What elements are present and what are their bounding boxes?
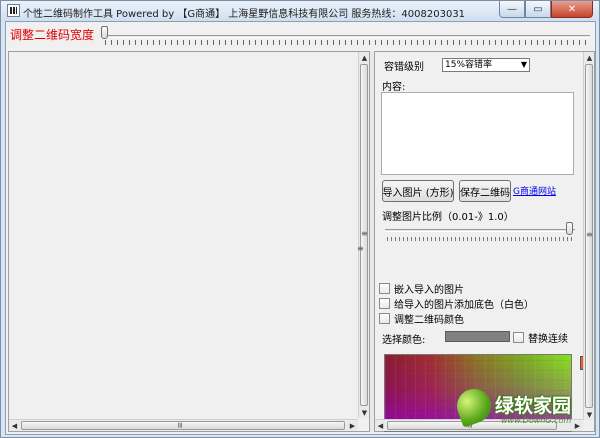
qr-color-label: 调整二维码颜色 <box>394 315 464 326</box>
window-title: 个性二维码制作工具 Powered by 【G商通】 上海星野信息科技有限公司 … <box>23 9 466 20</box>
restore-button[interactable]: ▭ <box>525 1 551 18</box>
site-watermark: 绿软家园 www.DownG.com <box>452 384 595 431</box>
grip-icon: ≡ <box>175 421 185 428</box>
save-qr-button[interactable]: 保存二维码 <box>459 180 511 202</box>
content-label: 内容: <box>382 82 406 93</box>
scroll-left-icon[interactable]: ◀ <box>375 420 386 431</box>
qr-color-checkbox[interactable] <box>379 313 390 324</box>
close-button[interactable]: ✕ <box>551 1 593 18</box>
scroll-down-icon[interactable]: ▼ <box>359 407 370 418</box>
qr-width-slider-track[interactable] <box>102 35 590 38</box>
qr-app-icon <box>7 4 20 17</box>
client-area: 调整二维码宽度 ▲ ≡ ▼ ◀ ≡ ▶ ≡ 容错级别 15%容错率 ▼ 内容: … <box>5 21 596 435</box>
scroll-up-icon[interactable]: ▲ <box>584 52 595 63</box>
scroll-right-icon[interactable]: ▶ <box>347 420 358 431</box>
qr-width-slider-ticks <box>105 40 589 45</box>
grip-icon: ≡ <box>586 230 593 239</box>
preview-vertical-scrollbar[interactable]: ▲ ≡ ▼ <box>358 52 369 418</box>
white-bg-checkbox[interactable] <box>379 298 390 309</box>
qr-preview-panel: ▲ ≡ ▼ ◀ ≡ ▶ <box>8 51 370 432</box>
app-window: 个性二维码制作工具 Powered by 【G商通】 上海星野信息科技有限公司 … <box>0 0 600 438</box>
settings-panel: 容错级别 15%容错率 ▼ 内容: 导入图片 (方形) 保存二维码 G商通网站 … <box>374 51 595 432</box>
embed-image-checkbox-row[interactable]: 嵌入导入的图片 <box>379 282 464 296</box>
embed-image-label: 嵌入导入的图片 <box>394 285 464 296</box>
preview-horizontal-scrollbar[interactable]: ◀ ≡ ▶ <box>9 419 358 431</box>
content-textarea[interactable] <box>381 92 574 175</box>
scroll-up-icon[interactable]: ▲ <box>359 52 370 63</box>
ec-level-value: 15%容错率 <box>445 60 493 70</box>
scroll-left-icon[interactable]: ◀ <box>9 420 20 431</box>
ec-level-label: 容错级别 <box>384 62 424 73</box>
window-controls: — ▭ ✕ <box>499 1 593 19</box>
replace-continuous-label: 替换连续 <box>528 334 568 345</box>
splitter-grip-icon: ≡ <box>357 244 364 253</box>
qr-width-label: 调整二维码宽度 <box>10 28 95 42</box>
selected-color-swatch[interactable] <box>445 331 510 342</box>
minimize-button[interactable]: — <box>499 1 525 18</box>
import-image-button[interactable]: 导入图片 (方形) <box>382 180 454 202</box>
image-ratio-slider-ticks <box>387 237 573 241</box>
watermark-text: 绿软家园 <box>495 395 572 417</box>
select-color-label: 选择颜色: <box>382 335 426 346</box>
qr-width-slider-thumb[interactable] <box>101 26 108 39</box>
ec-level-select[interactable]: 15%容错率 ▼ <box>442 58 530 72</box>
title-bar[interactable]: 个性二维码制作工具 Powered by 【G商通】 上海星野信息科技有限公司 … <box>1 1 599 21</box>
image-ratio-label: 调整图片比例（0.01-》1.0） <box>382 212 514 223</box>
embed-image-checkbox[interactable] <box>379 283 390 294</box>
replace-continuous-checkbox[interactable] <box>513 332 524 343</box>
gshangtong-site-link[interactable]: G商通网站 <box>513 184 556 197</box>
white-bg-checkbox-row[interactable]: 给导入的图片添加底色（白色） <box>379 297 534 311</box>
image-ratio-slider-track[interactable] <box>385 229 575 232</box>
settings-vertical-scrollbar[interactable]: ▲ ≡ ▼ <box>583 52 594 420</box>
grip-icon: ≡ <box>361 229 368 238</box>
leaf-logo-icon <box>452 384 496 428</box>
replace-continuous-row[interactable]: 替换连续 <box>513 330 568 345</box>
chevron-down-icon: ▼ <box>520 60 527 69</box>
white-bg-label: 给导入的图片添加底色（白色） <box>394 300 534 311</box>
image-ratio-slider-thumb[interactable] <box>566 222 573 235</box>
qr-color-checkbox-row[interactable]: 调整二维码颜色 <box>379 312 464 326</box>
watermark-url: www.DownG.com <box>501 416 572 425</box>
